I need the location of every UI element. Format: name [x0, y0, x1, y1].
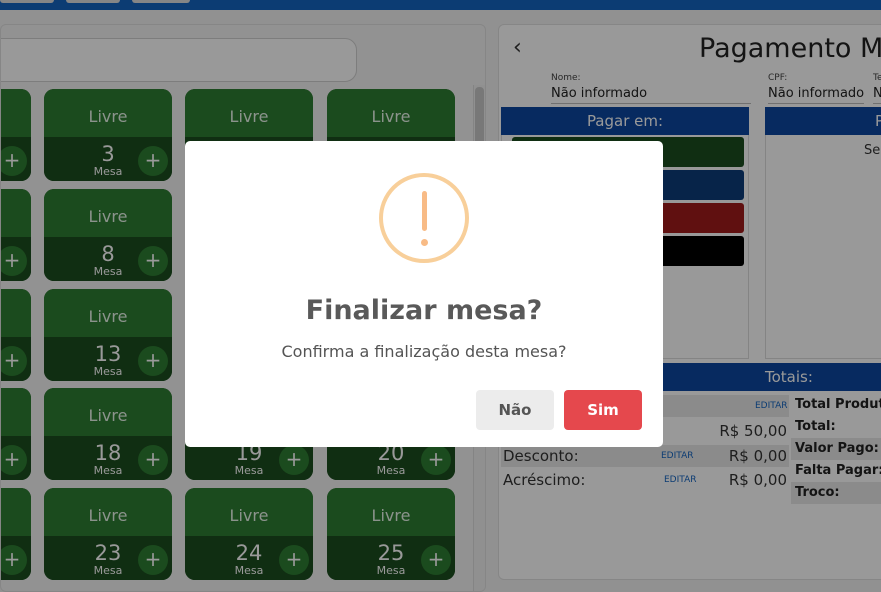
dialog-text: Confirma a finalização desta mesa? [281, 342, 567, 361]
cancel-button[interactable]: Não [476, 390, 554, 430]
dialog-title: Finalizar mesa? [305, 295, 543, 326]
warning-icon [379, 173, 469, 263]
confirm-dialog: Finalizar mesa? Confirma a finalização d… [185, 141, 663, 447]
confirm-button[interactable]: Sim [564, 390, 642, 430]
